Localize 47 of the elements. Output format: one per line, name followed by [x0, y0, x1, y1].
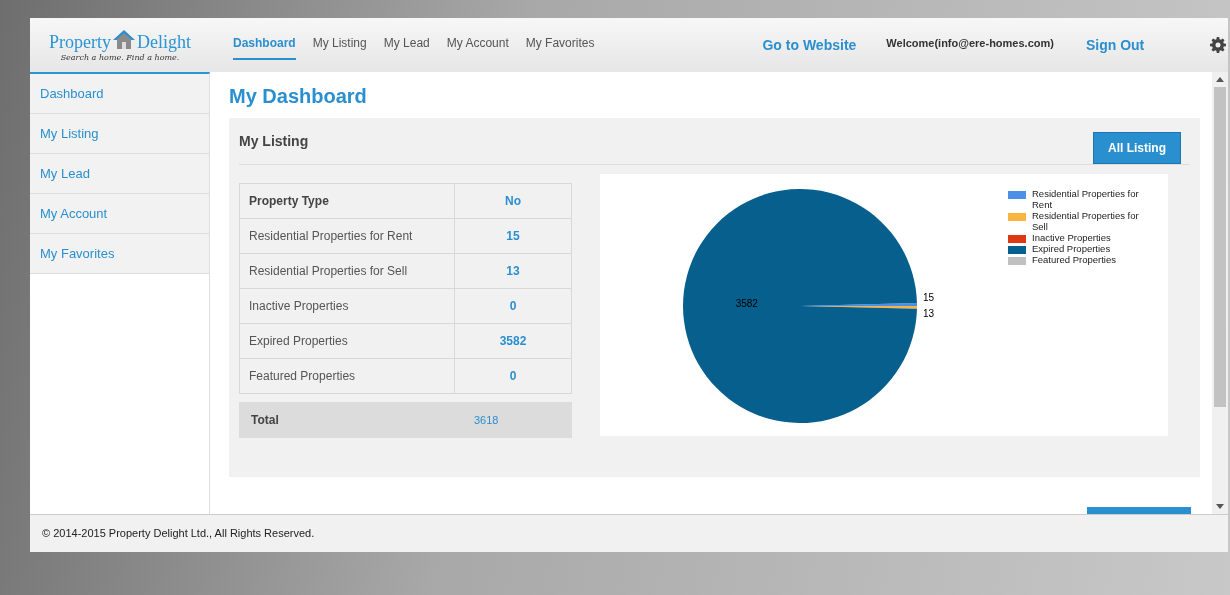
website-link[interactable]: Go to Website	[762, 37, 857, 53]
total-label: Total	[250, 413, 280, 427]
settings-icon[interactable]	[1210, 37, 1227, 53]
table-cell: 13	[454, 253, 572, 289]
sidebar-item[interactable]: Dashboard	[30, 74, 209, 114]
data-label: 15	[923, 292, 935, 304]
column-header: Property Type	[239, 183, 455, 219]
table-cell: 0	[454, 358, 572, 394]
scroll-down-icon[interactable]	[1216, 504, 1224, 509]
page-title: My Dashboard	[229, 85, 368, 108]
scroll-up-icon[interactable]	[1216, 77, 1224, 82]
logo-text: Delight	[137, 32, 191, 53]
sidebar-item[interactable]: My Listing	[30, 114, 209, 154]
table-cell: Featured Properties	[239, 358, 455, 394]
data-label: 3582	[735, 298, 758, 309]
legend-label: Featured Properties	[1032, 254, 1116, 265]
logo-text: Property	[49, 32, 111, 53]
legend-label: Inactive Properties	[1032, 232, 1111, 243]
total-value: 3618	[474, 414, 499, 426]
legend-label: Residential Properties for Sell	[1032, 210, 1140, 232]
table-cell: Residential Properties for Sell	[239, 253, 455, 289]
table-cell: Expired Properties	[239, 323, 455, 359]
table-cell: 15	[454, 218, 572, 254]
sidebar-item[interactable]: My Account	[30, 194, 209, 234]
nav-tab[interactable]: My Listing	[312, 30, 367, 60]
sidebar-item[interactable]: My Favorites	[30, 234, 209, 274]
scrollbar[interactable]	[1212, 72, 1228, 514]
nav-tab[interactable]: My Favorites	[525, 30, 595, 60]
panel-title: My Listing	[239, 133, 309, 149]
column-header: No	[454, 183, 572, 219]
table-cell: 3582	[454, 323, 572, 359]
nav-tab[interactable]: My Lead	[383, 30, 430, 60]
table-cell: Inactive Properties	[239, 288, 455, 324]
all-listing-button[interactable]: All Listing	[1093, 132, 1181, 164]
legend-label: Expired Properties	[1032, 243, 1111, 254]
footer-text: © 2014-2015 Property Delight Ltd., All Rights Reserved.	[30, 514, 1228, 552]
welcome-text: Welcome(info@ere-homes.com)	[886, 37, 1054, 49]
house-icon	[112, 30, 136, 50]
nav-tab[interactable]: My Account	[446, 30, 509, 60]
sidebar-item[interactable]: My Lead	[30, 154, 209, 194]
logo-tagline: Search a home. Find a home.	[60, 53, 180, 62]
legend-label: Residential Properties for Rent	[1032, 188, 1140, 210]
table-cell: Residential Properties for Rent	[239, 218, 455, 254]
table-cell: 0	[454, 288, 572, 324]
nav-tab[interactable]: Dashboard	[233, 30, 296, 60]
sign-out-link[interactable]: Sign Out	[1085, 37, 1145, 53]
data-label: 13	[923, 308, 935, 320]
